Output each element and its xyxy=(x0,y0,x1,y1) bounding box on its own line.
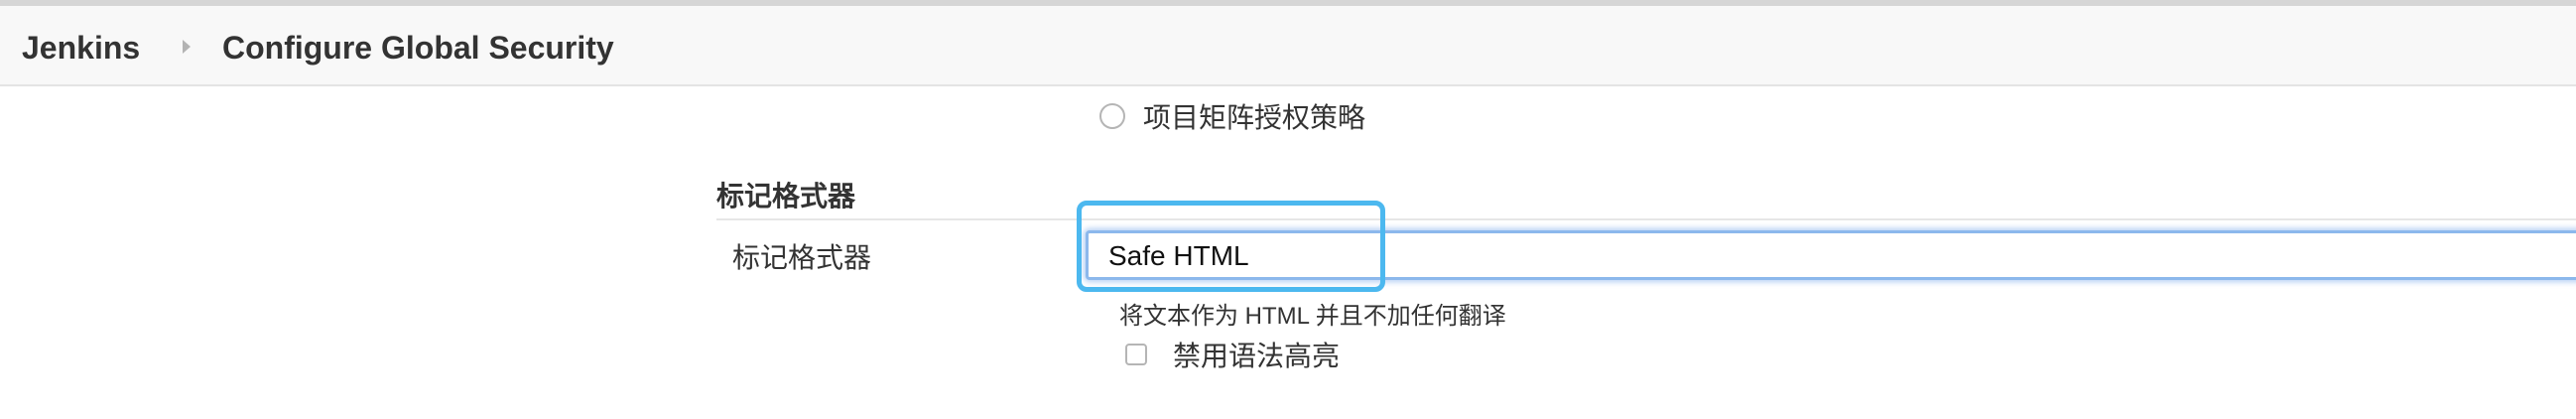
markup-formatter-description: 将文本作为 HTML 并且不加任何翻译 xyxy=(1119,303,1506,330)
chevron-right-icon[interactable] xyxy=(183,40,191,54)
markup-formatter-label: 标记格式器 xyxy=(732,242,872,273)
authorization-matrix-option[interactable]: 项目矩阵授权策略 xyxy=(1099,99,1365,133)
checkbox-label[interactable]: 禁用语法高亮 xyxy=(1173,335,1340,374)
section-divider xyxy=(716,218,2576,220)
disable-syntax-highlight-option[interactable]: 禁用语法高亮 xyxy=(1125,338,1340,371)
radio-label[interactable]: 项目矩阵授权策略 xyxy=(1143,96,1365,136)
breadcrumb: Jenkins Configure Global Security xyxy=(0,6,2576,86)
breadcrumb-home-link[interactable]: Jenkins xyxy=(22,28,140,68)
section-title-markup-formatter: 标记格式器 xyxy=(716,181,856,211)
checkbox[interactable] xyxy=(1125,344,1147,365)
breadcrumb-current-page: Configure Global Security xyxy=(222,30,614,66)
markup-formatter-select[interactable]: Safe HTML xyxy=(1086,230,2576,280)
select-value[interactable]: Safe HTML xyxy=(1108,240,1249,272)
radio-button[interactable] xyxy=(1099,103,1125,129)
